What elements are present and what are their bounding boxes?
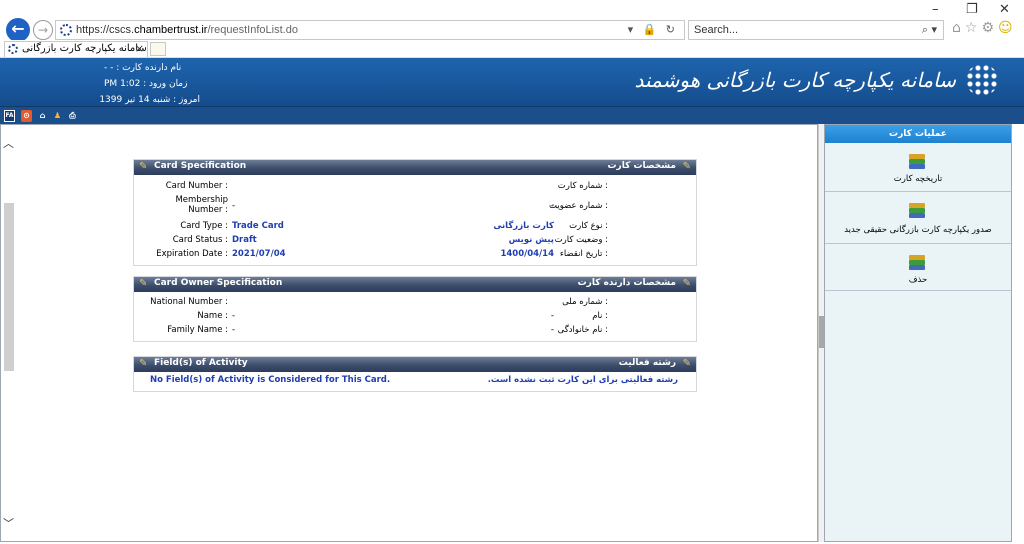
pen-icon: ✎: [682, 161, 691, 172]
address-url: https://cscs.chambertrust.ir/requestInfo…: [76, 24, 298, 36]
pen-icon: ✎: [682, 358, 691, 369]
forward-button[interactable]: →: [33, 20, 53, 40]
panel-header: ✎ Card Owner Specification مشخصات دارنده…: [134, 277, 696, 292]
address-tools-icon[interactable]: ▾ 🔒 ↻: [628, 23, 678, 36]
header-info: نام دارنده کارت : - - زمان ورود : 1:02 P…: [99, 60, 200, 108]
sidebar-title: عملیات کارت: [825, 125, 1011, 143]
panel-title-fa: مشخصات کارت: [607, 161, 676, 171]
search-input[interactable]: Search... ⌕ ▾: [688, 20, 944, 40]
search-icon[interactable]: ⌕ ▾: [922, 23, 937, 37]
minimize-button[interactable]: –: [932, 2, 939, 17]
user-icon[interactable]: ♟: [52, 110, 63, 122]
tab-favicon-icon: [8, 44, 18, 54]
holder-name: نام دارنده کارت : - -: [104, 63, 182, 73]
smiley-icon[interactable]: ☺: [998, 20, 1017, 36]
site-favicon-icon: [60, 24, 72, 36]
scrollbar-thumb[interactable]: [4, 203, 14, 371]
books-icon: [909, 203, 925, 219]
books-icon: [909, 154, 925, 170]
card-spec-panel: ✎ Card Specification مشخصات کارت ✎ Card …: [133, 159, 697, 266]
language-fa-button[interactable]: FA: [4, 110, 15, 122]
card-status-row: Card Status : Draft : وضعیت کارت پیش نوی…: [172, 235, 608, 245]
panel-title-en: Field(s) of Activity: [154, 358, 248, 368]
panel-title-en: Card Owner Specification: [154, 278, 283, 288]
national-number-row: National Number : : شماره ملی: [150, 297, 608, 307]
main-content: ︿ ﹀ ✎ Card Specification مشخصات کارت ✎ C…: [0, 124, 818, 542]
books-icon: [909, 255, 925, 271]
star-icon[interactable]: ☆: [965, 20, 982, 36]
home-icon[interactable]: ⌂: [952, 20, 965, 36]
activity-message-row: No Field(s) of Activity is Considered fo…: [134, 372, 696, 388]
sidebar-item-card-history[interactable]: تاریخچه کارت: [825, 143, 1011, 192]
family-name-row: Family Name : - : نام خانوادگی -: [167, 325, 608, 335]
sidebar-item-issue-new-card[interactable]: صدور یکپارچه کارت بازرگانی حقیقی جدید: [825, 192, 1011, 244]
new-tab-button[interactable]: [150, 42, 166, 56]
activity-message-fa: رشته فعالیتی برای این کارت ثبت نشده است.: [487, 375, 678, 385]
expiration-date-row: Expiration Date : 2021/07/04 : تاریخ انق…: [156, 249, 608, 259]
restore-button[interactable]: ❐: [966, 2, 978, 17]
logo-mark-icon: [966, 64, 998, 96]
membership-number-row: Membership Number : - : شماره عضویت -: [175, 195, 608, 215]
settings-icon[interactable]: ⊙: [21, 110, 32, 122]
login-time: زمان ورود : 1:02 PM: [104, 79, 188, 89]
browser-tab[interactable]: ... سامانه یکپارچه کارت بازرگانی ×: [4, 41, 159, 57]
panel-title-fa: رشته فعالیت: [618, 358, 676, 368]
tab-close-icon[interactable]: ×: [135, 42, 144, 55]
tab-row: ... سامانه یکپارچه کارت بازرگانی ×: [0, 40, 1024, 58]
back-button[interactable]: ←: [6, 18, 30, 42]
pen-icon: ✎: [139, 161, 148, 172]
address-bar[interactable]: https://cscs.chambertrust.ir/requestInfo…: [55, 20, 685, 40]
owner-spec-panel: ✎ Card Owner Specification مشخصات دارنده…: [133, 276, 697, 342]
pen-icon: ✎: [139, 278, 148, 289]
card-operations-sidebar: عملیات کارت تاریخچه کارت صدور یکپارچه کا…: [824, 124, 1012, 542]
pen-icon: ✎: [139, 358, 148, 369]
close-window-button[interactable]: ✕: [999, 2, 1010, 17]
scroll-up-icon[interactable]: ︿: [3, 135, 14, 151]
gear-icon[interactable]: ⚙: [981, 20, 998, 36]
activity-message-en: No Field(s) of Activity is Considered fo…: [150, 375, 391, 385]
panel-header: ✎ Field(s) of Activity رشته فعالیت ✎: [134, 357, 696, 372]
site-toolbar: FA ⊙ ⌂ ♟ ⎙: [0, 106, 1024, 124]
scroll-down-icon[interactable]: ﹀: [3, 515, 14, 531]
card-type-row: Card Type : Trade Card : نوع کارت کارت ب…: [180, 221, 608, 231]
panel-header: ✎ Card Specification مشخصات کارت ✎: [134, 160, 696, 175]
site-header: نام دارنده کارت : - - زمان ورود : 1:02 P…: [0, 58, 1024, 106]
browser-toolbar-icons: ⌂☆⚙☺: [952, 20, 1017, 36]
home-icon[interactable]: ⌂: [37, 110, 48, 122]
activity-panel: ✎ Field(s) of Activity رشته فعالیت ✎ No …: [133, 356, 697, 392]
print-icon[interactable]: ⎙: [67, 110, 78, 122]
site-logo: سامانه یکپارچه کارت بازرگانی هوشمند: [634, 64, 998, 98]
card-number-row: Card Number : : شماره کارت: [165, 181, 608, 191]
sidebar-item-delete[interactable]: حذف: [825, 244, 1011, 291]
panel-title-fa: مشخصات دارنده کارت: [577, 278, 676, 288]
panel-title-en: Card Specification: [154, 161, 247, 171]
logo-text: سامانه یکپارچه کارت بازرگانی هوشمند: [634, 68, 956, 92]
name-row: Name : - : نام -: [197, 311, 608, 321]
pen-icon: ✎: [682, 278, 691, 289]
browser-chrome: – ❐ ✕ ← → https://cscs.chambertrust.ir/r…: [0, 0, 1024, 42]
